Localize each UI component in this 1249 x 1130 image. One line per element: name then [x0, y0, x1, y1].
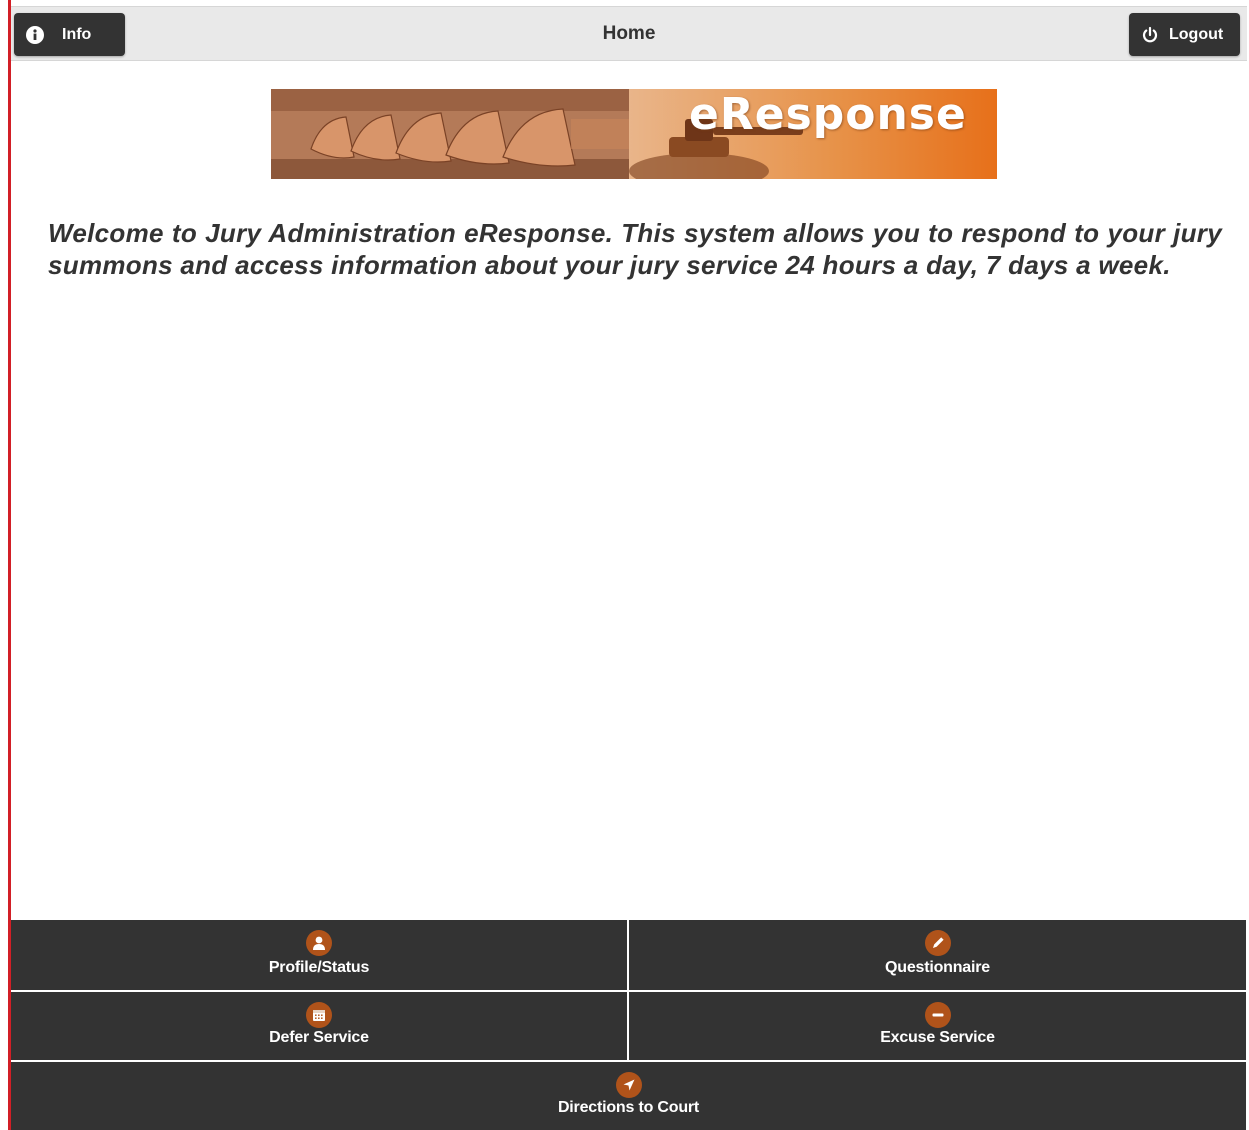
logout-button[interactable]: Logout [1129, 13, 1240, 56]
user-icon [306, 930, 332, 956]
calendar-icon [306, 1002, 332, 1028]
defer-service-button[interactable]: Defer Service [11, 992, 627, 1060]
excuse-service-button[interactable]: Excuse Service [629, 992, 1246, 1060]
navigation-arrow-icon [615, 1072, 642, 1098]
directions-to-court-label: Directions to Court [557, 1099, 700, 1116]
welcome-message: Welcome to Jury Administration eResponse… [48, 218, 1222, 280]
defer-service-label: Defer Service [269, 1029, 369, 1046]
minus-icon [924, 1002, 951, 1028]
page: Info Home Logout eResponse Welcome to Ju… [0, 0, 1249, 1130]
page-title: Home [602, 23, 656, 44]
header-bar: Info Home Logout [11, 6, 1247, 61]
pencil-icon [924, 930, 951, 956]
jury-chairs-image [271, 89, 629, 179]
eresponse-banner: eResponse [271, 89, 997, 179]
logout-button-label: Logout [1169, 25, 1224, 43]
profile-status-button[interactable]: Profile/Status [11, 920, 627, 990]
directions-to-court-button[interactable]: Directions to Court [11, 1062, 1246, 1130]
questionnaire-button[interactable]: Questionnaire [629, 920, 1246, 990]
banner-title: eResponse [689, 89, 967, 140]
questionnaire-label: Questionnaire [885, 959, 990, 976]
profile-status-label: Profile/Status [268, 959, 370, 976]
power-icon [1141, 26, 1159, 44]
bottom-navigation: Profile/Status Questionnaire Defer Servi… [11, 920, 1246, 1130]
excuse-service-label: Excuse Service [880, 1029, 995, 1046]
